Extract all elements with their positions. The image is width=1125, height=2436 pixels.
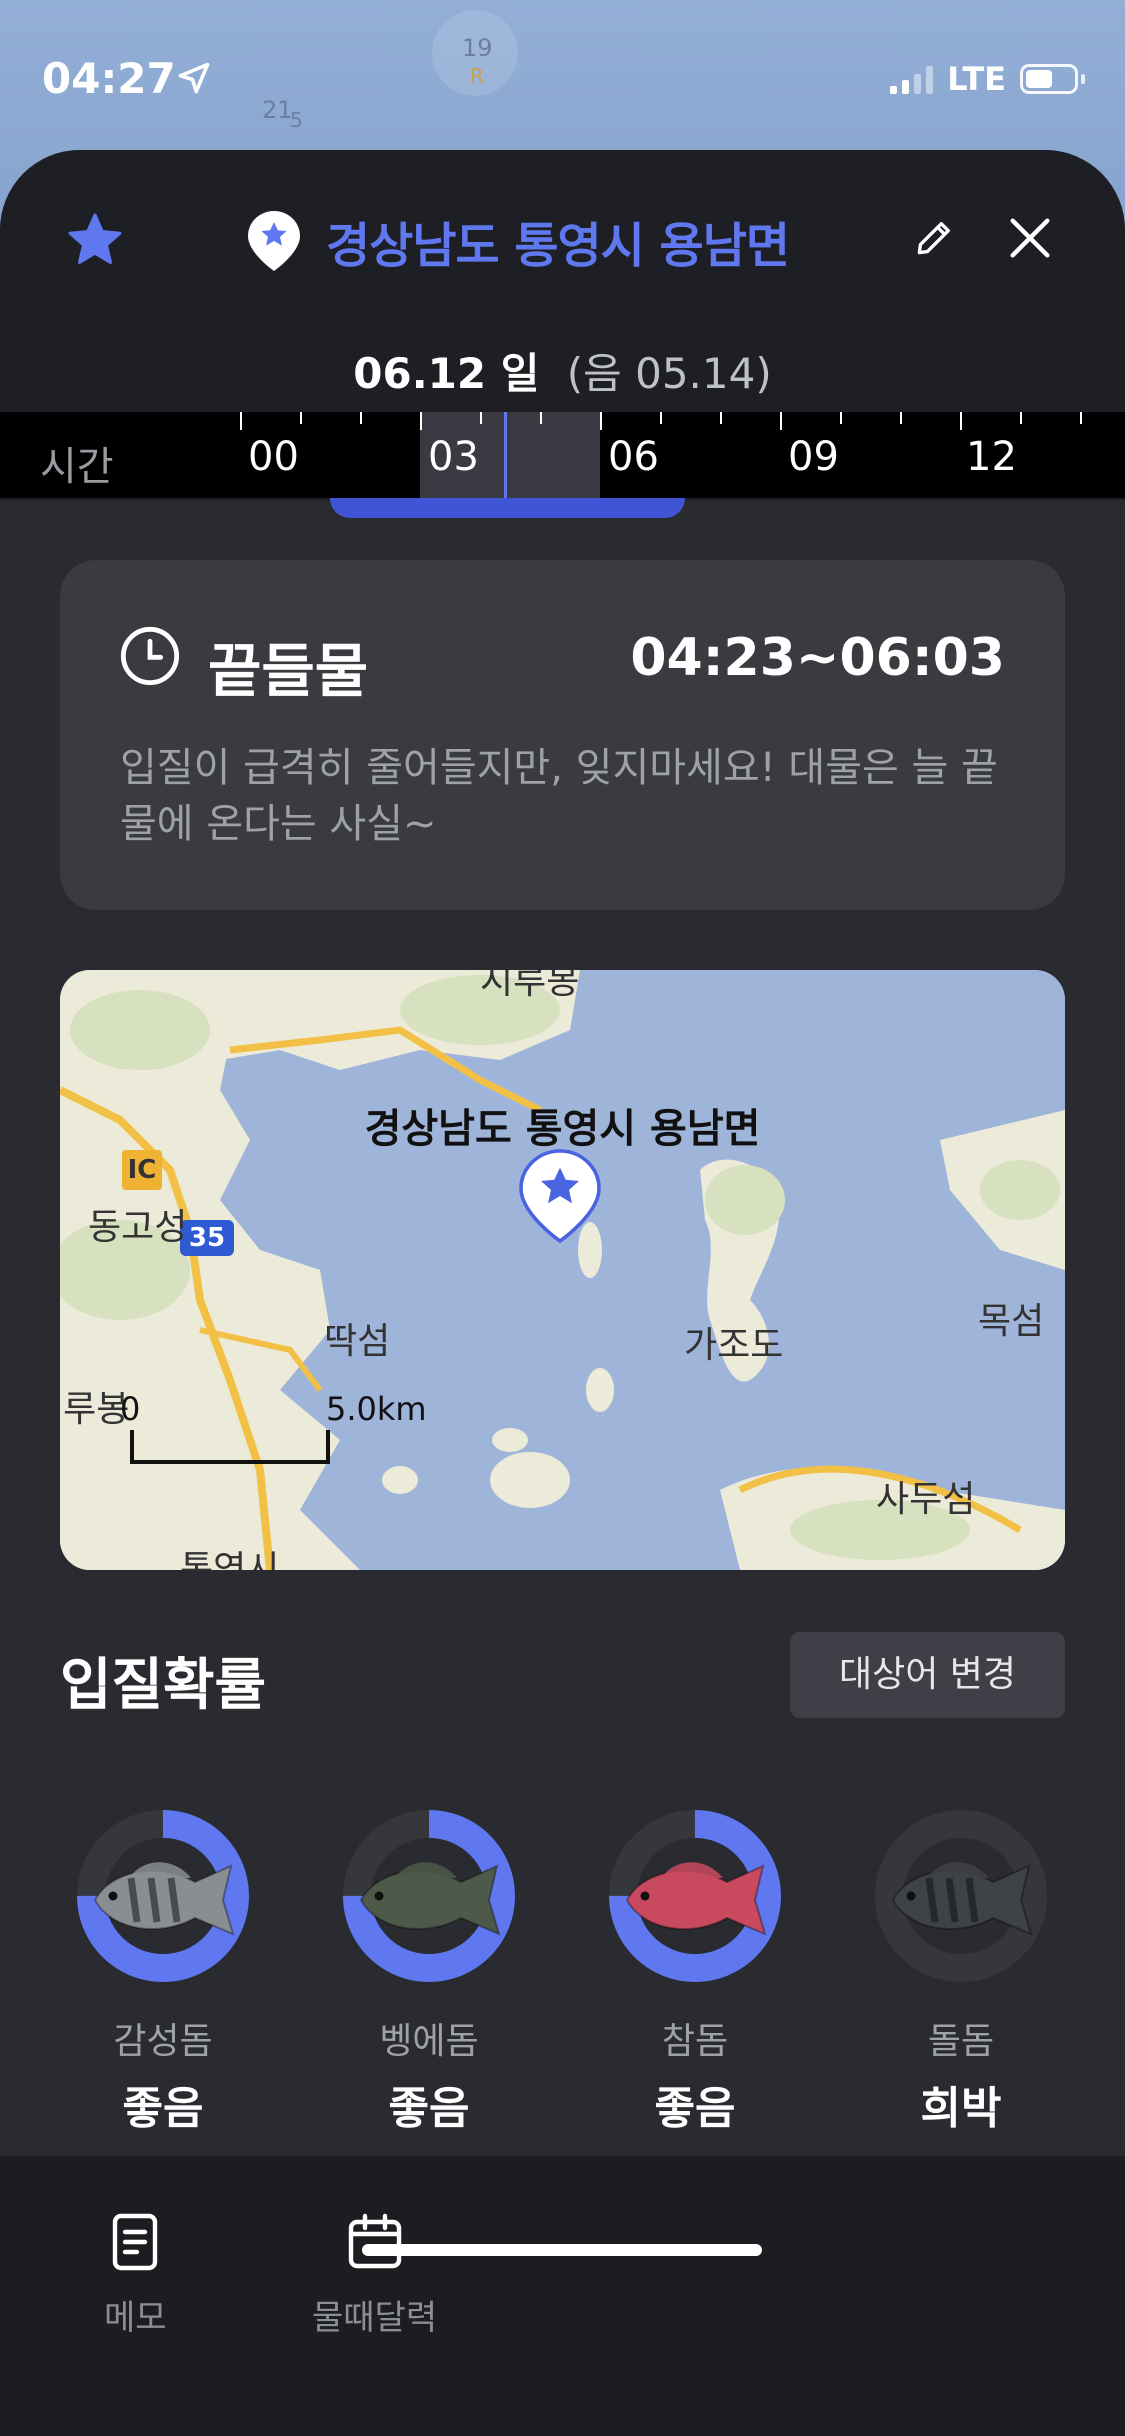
fish-status: 희박 (920, 2083, 1002, 2134)
fish-status: 좋음 (122, 2083, 204, 2134)
nav-memo[interactable]: 메모 (104, 2212, 167, 2339)
timeline-tick (240, 412, 242, 430)
fish-name: 돌돔 (927, 2021, 995, 2062)
fish-item[interactable]: 참돔 좋음 (562, 1808, 828, 2136)
fish-probability-ring (341, 1808, 517, 1984)
map-place-label: 시루봉 (480, 970, 580, 1002)
timeline-tick (300, 412, 302, 424)
fish-probability-ring (607, 1808, 783, 1984)
interchange-badge: IC (122, 1150, 162, 1190)
timeline-tick (360, 412, 362, 424)
tide-info-card: 끝들물 04:23~06:03 입질이 급격히 줄어들지만, 잊지마세요! 대물… (60, 560, 1065, 910)
location-pin-icon (248, 211, 300, 271)
timeline-tick (420, 412, 422, 430)
location-map[interactable]: IC 35 동고성 딱섬 가조도 목섬 사두섬 리루봉 통영시 시루봉 경상남도… (60, 970, 1065, 1570)
timeline-tick (960, 412, 962, 430)
map-scale-start: 0 (120, 1390, 141, 1428)
tide-description: 입질이 급격히 줄어들지만, 잊지마세요! 대물은 늘 끝물에 온다는 사실~ (120, 745, 998, 847)
timeline-cursor[interactable] (504, 412, 507, 498)
timeline-label: 시간 (40, 444, 114, 490)
timeline-hour: 09 (788, 434, 839, 480)
map-place-label: 통영시 (180, 1549, 280, 1570)
close-icon[interactable] (1004, 212, 1056, 264)
fish-item[interactable]: 감성돔 좋음 (30, 1808, 296, 2136)
status-indicators: LTE (890, 60, 1085, 98)
favorite-star-icon[interactable] (64, 210, 126, 270)
location-sheet: 경상남도 통영시 용남면 06.12 일 (음 05.14) 시간 00 03 … (0, 150, 1125, 2436)
time-scrubber[interactable]: 시간 00 03 06 09 12 (0, 412, 1125, 498)
calendar-icon (348, 2213, 401, 2269)
header-title-group: 경상남도 통영시 용남면 (246, 206, 790, 276)
map-pin-icon[interactable] (518, 1148, 602, 1244)
status-bar: 04:27 LTE (0, 0, 1125, 150)
timeline-tick (480, 412, 482, 424)
bite-probability-title: 입질확률 (60, 1653, 267, 1718)
fish-item[interactable]: 돌돔 희박 (828, 1808, 1094, 2136)
map-place-label: 사두섬 (876, 1479, 976, 1520)
fish-probability-list: 감성돔 좋음 벵에돔 좋음 참돔 좋음 돌돔 희박 (30, 1808, 1095, 2136)
highway-badge: 35 (180, 1220, 234, 1256)
map-place-label: 가조도 (684, 1325, 784, 1366)
timeline-tick (660, 412, 662, 424)
location-arrow-icon (178, 62, 210, 94)
nav-tide-calendar-label: 물때달력 (312, 2298, 438, 2338)
timeline-drag-handle[interactable] (330, 498, 685, 518)
date-line: 06.12 일 (음 05.14) (0, 340, 1125, 401)
fish-probability-ring (873, 1808, 1049, 1984)
timeline-tick (840, 412, 842, 424)
fish-name: 감성돔 (113, 2021, 213, 2062)
timeline-hour: 00 (248, 434, 299, 480)
tide-time-range: 04:23~06:03 (630, 628, 1005, 688)
memo-icon (113, 2213, 158, 2271)
timeline-tick (540, 412, 542, 424)
timeline-hour: 06 (608, 434, 659, 480)
location-title: 경상남도 통영시 용남면 (326, 218, 790, 274)
signal-icon (890, 64, 934, 94)
solar-date: 06.12 일 (353, 349, 540, 398)
sheet-header: 경상남도 통영시 용남면 06.12 일 (음 05.14) 시간 00 03 … (0, 150, 1125, 500)
fish-name: 참돔 (661, 2021, 729, 2062)
timeline-tick (600, 412, 602, 430)
timeline-tick (720, 412, 722, 424)
map-scale-bar (130, 1430, 330, 1464)
fish-name: 벵에돔 (379, 2021, 479, 2062)
bottom-nav: 메모 물때달력 (0, 2156, 1125, 2436)
nav-memo-label: 메모 (104, 2298, 167, 2338)
map-place-label: 딱섬 (324, 1321, 391, 1362)
map-place-label: 목섬 (978, 1301, 1045, 1342)
fish-status: 좋음 (654, 2083, 736, 2134)
fish-probability-ring (75, 1808, 251, 1984)
clock-icon (120, 626, 180, 686)
status-time: 04:27 (42, 54, 176, 103)
timeline-tick (1020, 412, 1022, 424)
timeline-tick (900, 412, 902, 424)
map-place-label: 리루봉 (60, 1389, 130, 1430)
battery-icon (1020, 64, 1085, 94)
change-target-fish-button[interactable]: 대상어 변경 (790, 1632, 1065, 1718)
timeline-hour: 12 (966, 434, 1017, 480)
timeline-tick (780, 412, 782, 430)
map-place-label: 동고성 (88, 1207, 188, 1248)
home-indicator (362, 2244, 762, 2256)
nav-tide-calendar[interactable]: 물때달력 (312, 2212, 437, 2339)
fish-status: 좋음 (388, 2083, 470, 2134)
tide-phase-title: 끝들물 (208, 637, 369, 705)
map-scale-end: 5.0km (326, 1390, 427, 1428)
network-label: LTE (947, 60, 1006, 98)
timeline-tick (1080, 412, 1082, 424)
lunar-date: (음 05.14) (566, 349, 772, 398)
map-location-label: 경상남도 통영시 용남면 (364, 1106, 761, 1152)
timeline-hour: 03 (428, 434, 479, 480)
edit-pencil-icon[interactable] (912, 216, 956, 260)
fish-item[interactable]: 벵에돔 좋음 (296, 1808, 562, 2136)
